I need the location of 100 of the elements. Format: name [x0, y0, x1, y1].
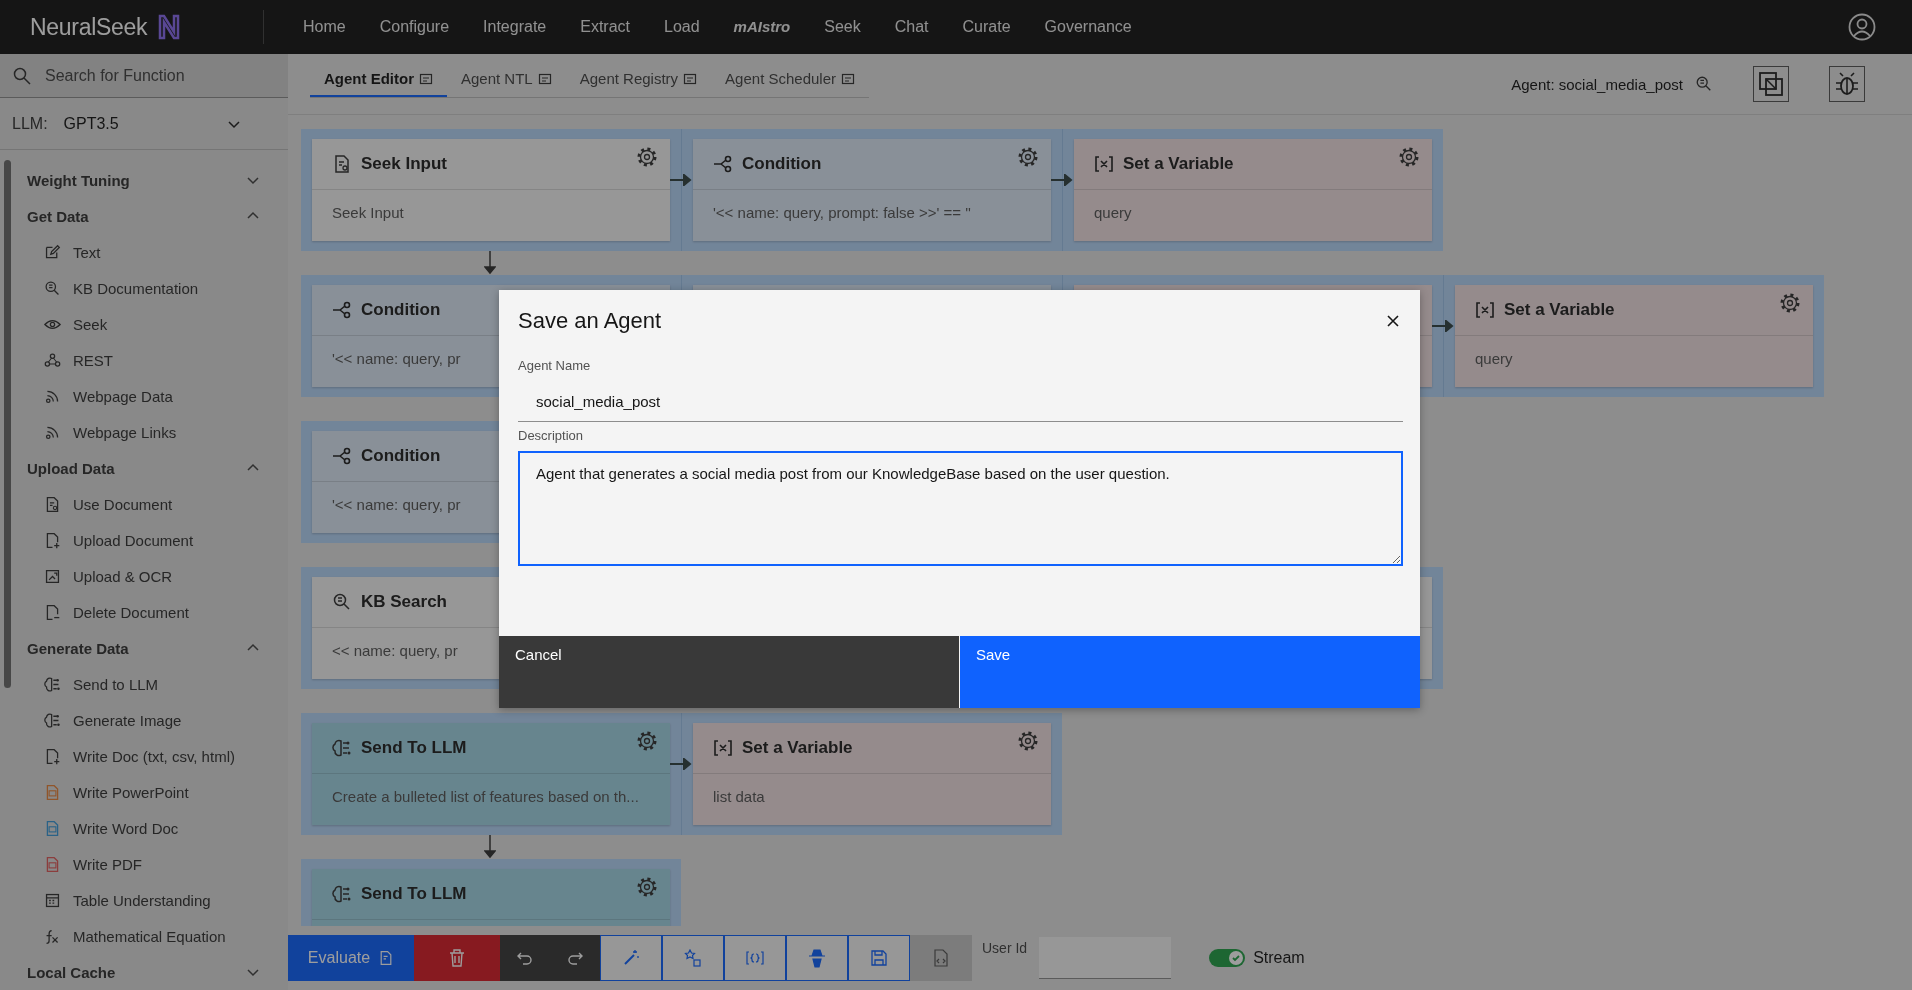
function-item[interactable]: Delete Document — [27, 594, 260, 630]
llm-dropdown[interactable]: GPT3.5 — [63, 114, 119, 133]
brain-icon — [44, 711, 61, 729]
document-search-icon[interactable] — [1695, 75, 1713, 93]
nav-link[interactable]: Curate — [945, 18, 1028, 36]
docminus-icon — [44, 603, 61, 621]
function-item[interactable]: REST — [27, 342, 260, 378]
settings-icon[interactable] — [1779, 292, 1801, 314]
node-detail: '<< name: query, pr — [332, 496, 461, 513]
function-item[interactable]: Send to LLM — [27, 666, 260, 702]
description-field[interactable]: Agent that generates a social media post from our KnowledgeBase based on the user question. — [518, 451, 1403, 566]
brain-icon — [44, 675, 61, 693]
settings-icon[interactable] — [1017, 730, 1039, 752]
function-item[interactable]: Write Word Doc — [27, 810, 260, 846]
braces-icon — [745, 950, 765, 966]
user-id-field[interactable] — [1039, 937, 1172, 979]
save-button[interactable]: Save — [960, 636, 1420, 708]
nav-link[interactable]: Home — [286, 18, 363, 36]
tab[interactable]: Agent Registry — [565, 64, 712, 97]
word-icon — [44, 819, 61, 837]
agent-name-field[interactable]: social_media_post — [518, 381, 1403, 422]
docplus-icon — [44, 531, 61, 549]
llm-label: LLM: — [12, 114, 48, 133]
undo-icon — [517, 951, 533, 965]
function-item[interactable]: Upload Document — [27, 522, 260, 558]
node-card[interactable]: Set a Variable list data — [693, 723, 1051, 825]
node-detail: Create a bulleted list of features based on th... — [332, 788, 639, 805]
function-item[interactable]: Seek — [27, 306, 260, 342]
evaluate-button[interactable]: Evaluate — [288, 935, 414, 981]
scrollbar[interactable] — [4, 160, 11, 688]
settings-icon[interactable] — [636, 146, 658, 168]
undo-button[interactable] — [500, 935, 550, 981]
variables-button[interactable] — [724, 935, 786, 981]
nav-link[interactable]: Extract — [563, 18, 647, 36]
delete-button[interactable] — [414, 935, 500, 981]
function-item[interactable]: Generate Image — [27, 702, 260, 738]
category-title: Upload Data — [27, 459, 115, 477]
nav-link[interactable]: Governance — [1027, 18, 1149, 36]
function-item[interactable]: Upload & OCR — [27, 558, 260, 594]
function-item[interactable]: Mathematical Equation — [27, 918, 260, 954]
tab[interactable]: Agent NTL — [447, 64, 566, 97]
function-item[interactable]: Write PowerPoint — [27, 774, 260, 810]
user-avatar-icon[interactable] — [1848, 13, 1876, 41]
spy-button[interactable] — [786, 935, 848, 981]
doc-icon — [44, 495, 61, 513]
magic-wand-icon — [622, 949, 640, 967]
nav-link[interactable]: Configure — [362, 18, 467, 36]
node-card[interactable]: Send To LLM — [312, 869, 670, 926]
nav-link[interactable]: Chat — [877, 18, 946, 36]
category-header[interactable]: Local Cache — [27, 954, 260, 990]
ppt-icon — [44, 783, 61, 801]
overlap-squares-icon — [1758, 71, 1784, 97]
function-item[interactable]: Webpage Links — [27, 414, 260, 450]
redo-button[interactable] — [550, 935, 600, 981]
function-item[interactable]: Webpage Data — [27, 378, 260, 414]
cancel-button[interactable]: Cancel — [499, 636, 959, 708]
category-header[interactable]: Weight Tuning — [27, 162, 260, 198]
function-item[interactable]: Use Document — [27, 486, 260, 522]
node-card[interactable]: Condition '<< name: query, prompt: false >>' == '' — [693, 139, 1051, 241]
category-header[interactable]: Get Data — [27, 198, 260, 234]
var-icon — [1094, 154, 1114, 174]
field-label: Description — [518, 428, 585, 443]
settings-icon[interactable] — [636, 876, 658, 898]
magic-wand-button[interactable] — [600, 935, 662, 981]
search-field[interactable]: Search for Function — [0, 54, 288, 98]
close-icon[interactable] — [1386, 314, 1400, 328]
node-card[interactable]: Send To LLM Create a bulleted list of features based on th... — [312, 723, 670, 825]
tab[interactable]: Agent Editor — [310, 64, 447, 97]
tab-icon — [841, 71, 856, 86]
settings-icon[interactable] — [1398, 146, 1420, 168]
settings-icon[interactable] — [1017, 146, 1039, 168]
shapes-icon — [684, 949, 702, 967]
nav-link[interactable]: Load — [647, 18, 717, 36]
node-detail: query — [1475, 350, 1513, 367]
save-icon-button[interactable] — [848, 935, 910, 981]
category-title: Generate Data — [27, 639, 129, 657]
debug-button[interactable] — [1829, 66, 1865, 102]
node-card[interactable]: Seek Input Seek Input — [312, 139, 670, 241]
function-item[interactable]: Text — [27, 234, 260, 270]
tab[interactable]: Agent Scheduler — [711, 64, 870, 97]
stream-toggle[interactable] — [1209, 949, 1246, 967]
category-header[interactable]: Upload Data — [27, 450, 260, 486]
kb-icon — [332, 592, 352, 612]
tab-icon — [419, 71, 433, 86]
nav-link[interactable]: Seek — [807, 18, 878, 36]
redo-icon — [567, 951, 583, 965]
settings-icon[interactable] — [636, 730, 658, 752]
copy-button[interactable] — [1753, 66, 1789, 102]
function-item[interactable]: Write Doc (txt, csv, html) — [27, 738, 260, 774]
brain-icon — [332, 738, 352, 758]
node-card[interactable]: Set a Variable query — [1455, 285, 1813, 387]
function-item[interactable]: Table Understanding — [27, 882, 260, 918]
shapes-button[interactable] — [662, 935, 724, 981]
function-item[interactable]: Write PDF — [27, 846, 260, 882]
node-card[interactable]: Set a Variable query — [1074, 139, 1432, 241]
function-item[interactable]: KB Documentation — [27, 270, 260, 306]
category-header[interactable]: Generate Data — [27, 630, 260, 666]
nav-link[interactable]: mAIstro — [716, 18, 808, 36]
code-file-icon — [933, 949, 949, 967]
nav-link[interactable]: Integrate — [466, 18, 564, 36]
